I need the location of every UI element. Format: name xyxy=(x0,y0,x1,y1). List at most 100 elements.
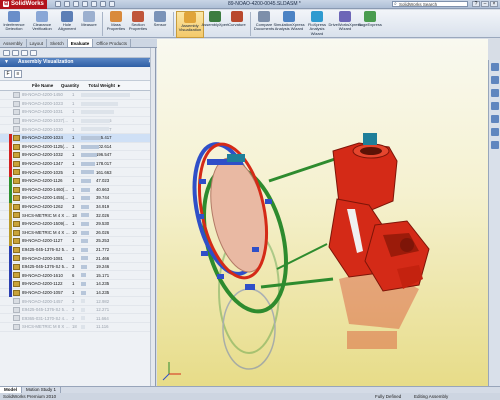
property-manager-tab-icon[interactable] xyxy=(12,50,19,56)
dim-xpert-tab-icon[interactable] xyxy=(30,50,37,56)
print-icon[interactable] xyxy=(81,1,88,7)
component-row[interactable]: 89-NOAO-4200-1024 1 405.417 xyxy=(0,133,155,143)
options-icon[interactable] xyxy=(108,1,115,7)
flat-list-icon[interactable]: F xyxy=(4,69,12,78)
command-tab[interactable]: Office Products xyxy=(93,39,131,47)
ribbon-button-13[interactable]: FloXpress Analysis Wizard xyxy=(303,11,331,38)
ribbon-button-7[interactable]: Sensor xyxy=(149,11,171,38)
part-icon xyxy=(13,229,20,236)
component-row[interactable]: 89-NOAO-4200-102311146.889 xyxy=(0,100,155,109)
column-more-icon[interactable]: ▸ xyxy=(118,83,120,89)
ribbon-button-6[interactable]: Section Properties xyxy=(127,11,149,38)
open-icon[interactable] xyxy=(63,1,70,7)
design-library-icon[interactable] xyxy=(491,76,499,84)
graphics-area[interactable] xyxy=(157,39,488,386)
ribbon-button-10[interactable]: Curvature xyxy=(226,11,248,38)
ribbon-button-4[interactable]: Measure xyxy=(78,11,100,38)
visualization-group-band[interactable] xyxy=(9,134,12,177)
ribbon-button-11[interactable]: Compare Documents xyxy=(253,11,275,38)
appearances-icon[interactable] xyxy=(491,128,499,136)
help-icon[interactable]: ? xyxy=(472,1,480,7)
component-row[interactable]: 89-NOAO-4200-1509(Defa...129.530 xyxy=(0,220,155,229)
feature-manager-tab-icon[interactable] xyxy=(3,50,10,56)
panel-scrollbar[interactable] xyxy=(150,48,155,386)
ribbon-button-5[interactable]: Mass Properties xyxy=(105,11,127,38)
total-weight-column[interactable]: Total Weight xyxy=(82,83,118,88)
component-row[interactable]: 89-NOAO-4200-1122 1 14.235 xyxy=(0,280,155,289)
component-row[interactable]: SHCS-METRIC M 8 X 1.2... 18 11.116 xyxy=(0,323,155,332)
file-name-column[interactable]: File Name xyxy=(0,83,58,88)
search-results-icon[interactable] xyxy=(491,102,499,110)
quantity-column[interactable]: Quantity xyxy=(58,83,82,88)
total-weight: 12.271 xyxy=(96,307,110,313)
search-input[interactable]: ⌕ SolidWorks Search xyxy=(392,1,468,7)
component-row[interactable]: 89-NOAO-4200-1037(Defa...1783.745 xyxy=(0,117,155,126)
panel-toolbar xyxy=(0,48,155,58)
component-row[interactable]: E9425-045-1376-SJ 50 LB...312.271 xyxy=(0,306,155,315)
strut-upper[interactable] xyxy=(268,157,336,183)
component-row[interactable]: 89-NOAO-4200-1347 1 178.017 xyxy=(0,160,155,169)
command-tab[interactable]: Sketch xyxy=(47,39,68,47)
ribbon-button-12[interactable]: SimulationXpress Analysis Wizard xyxy=(273,11,305,38)
weight-bar xyxy=(81,101,119,106)
rebuild-icon[interactable] xyxy=(99,1,106,7)
component-row[interactable]: 89-NOAO-4200-1057 1 14.235 xyxy=(0,289,155,298)
component-row[interactable]: SHCS-METRIC M 4 X 16... 10 26.026 xyxy=(0,229,155,238)
ribbon-button-2[interactable]: Clearance Verification xyxy=(28,11,56,38)
close-button[interactable]: × xyxy=(490,1,498,7)
component-row[interactable]: 89-NOAO-4200-1457 3 12.982 xyxy=(0,297,155,306)
visualization-group-band[interactable] xyxy=(9,202,12,246)
red-casting[interactable] xyxy=(328,133,430,292)
ribbon-button-8[interactable]: Assembly Visualization xyxy=(176,11,204,38)
component-row[interactable]: 89-NOAO-4200-1032 1 196.547 xyxy=(0,151,155,160)
component-row[interactable]: 89-NOAO-4200-1125(Defa...1302.614 xyxy=(0,143,155,152)
component-row[interactable]: 89-NOAO-4200-1126 1 47.023 xyxy=(0,177,155,186)
total-weight: 26.026 xyxy=(96,229,110,235)
file-explorer-icon[interactable] xyxy=(491,89,499,97)
component-row[interactable]: 89-NOAO-4200-10311943.686 xyxy=(0,108,155,117)
minimize-button[interactable]: – xyxy=(481,1,489,7)
ribbon-button-15[interactable]: SageExpress xyxy=(358,11,382,38)
weight-bar xyxy=(81,93,131,97)
component-row[interactable]: 89-NOAO-4200-1127 1 25.253 xyxy=(0,237,155,246)
collapse-triangle-icon[interactable]: ▼ xyxy=(4,58,9,67)
component-row[interactable]: 89-NOAO-4200-1455(Defa...139.744 xyxy=(0,194,155,203)
component-row[interactable]: SHCS-METRIC M 4 X 16... 18 32.026 xyxy=(0,211,155,220)
assembly-model-view[interactable] xyxy=(157,39,488,386)
component-row[interactable]: E9425-045-1376-SJ 50 LB...319.246 xyxy=(0,263,155,272)
ribbon-button-9[interactable]: AssemblyXpert xyxy=(202,11,228,38)
component-row[interactable]: 89-NOAO-4200-145012142.565 xyxy=(0,91,155,100)
new-document-icon[interactable] xyxy=(54,1,61,7)
nested-view-icon[interactable]: ≡ xyxy=(14,69,22,78)
save-icon[interactable] xyxy=(72,1,79,7)
component-row[interactable]: 89-NOAO-4200-1081 1 21.466 xyxy=(0,254,155,263)
casting-top-fitting[interactable] xyxy=(363,133,377,145)
ribbon-button-3[interactable]: Hole Alignment xyxy=(56,11,78,38)
ribbon-button-1[interactable]: Interference Detection xyxy=(0,11,28,38)
ribbon-button-14[interactable]: DriveWorksXpress Wizard xyxy=(328,11,362,38)
command-tab[interactable]: Evaluate xyxy=(67,39,94,47)
command-tab[interactable]: Layout xyxy=(27,39,48,47)
ribbon-button-label: Clearance Verification xyxy=(32,22,52,32)
solidworks-logo[interactable]: ᗺ SolidWorks xyxy=(0,0,47,9)
component-row[interactable]: 89-NOAO-4200-1262 3 34.919 xyxy=(0,203,155,212)
component-row[interactable]: E9365-031-1370-SJ 44 LB...211.664 xyxy=(0,314,155,324)
custom-properties-icon[interactable] xyxy=(491,141,499,149)
visualization-group-band[interactable] xyxy=(9,177,12,203)
part-icon xyxy=(13,160,20,167)
bracket-block[interactable] xyxy=(227,154,245,162)
view-palette-icon[interactable] xyxy=(491,115,499,123)
strut-lower[interactable] xyxy=(260,277,334,289)
component-row[interactable]: 89-NOAO-4200-10301756.867 xyxy=(0,125,155,134)
component-row[interactable]: E9425-045-1376-SJ 50 LB...321.772 xyxy=(0,246,155,255)
resources-icon[interactable] xyxy=(491,63,499,71)
component-row[interactable]: 89-NOAO-4200-1025 1 161.663 xyxy=(0,168,155,177)
component-row[interactable]: 89-NOAO-4200-1460(Defa...140.663 xyxy=(0,186,155,195)
solidworks-window: ᗺ SolidWorks 89-NOAO-4200-0045.SLDASM * ⌕… xyxy=(0,0,500,400)
component-row[interactable]: 89-NOAO-4200-1610 6 15.171 xyxy=(0,271,155,281)
weight-bar xyxy=(81,239,89,244)
command-tab[interactable]: Assembly xyxy=(0,39,27,47)
undo-icon[interactable] xyxy=(90,1,97,7)
visualization-group-band[interactable] xyxy=(9,245,12,298)
configuration-manager-tab-icon[interactable] xyxy=(21,50,28,56)
